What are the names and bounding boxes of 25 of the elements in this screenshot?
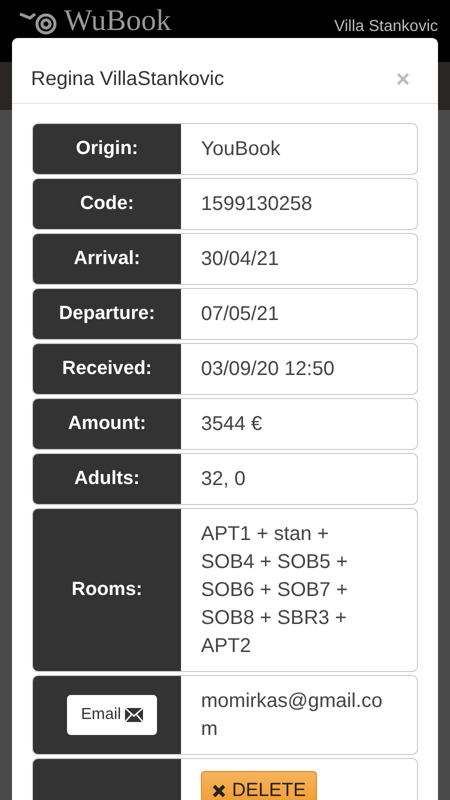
close-icon bbox=[212, 784, 226, 798]
field-label: Departure: bbox=[58, 303, 156, 325]
field-label: Arrival: bbox=[74, 248, 140, 270]
property-name[interactable]: Villa Stankovic bbox=[334, 18, 438, 36]
modal-title: Regina VillaStankovic bbox=[31, 68, 224, 91]
field-label: Code: bbox=[80, 193, 134, 215]
field-value: 32, 0 bbox=[201, 467, 246, 492]
field-label: Rooms: bbox=[72, 579, 142, 601]
delete-button[interactable]: DELETE bbox=[201, 771, 317, 800]
field-value: 30/04/21 bbox=[201, 247, 279, 272]
logo-icon bbox=[18, 12, 58, 36]
field-label: Received: bbox=[62, 358, 152, 380]
email-address: momirkas@gmail.com bbox=[201, 689, 384, 742]
field-value: APT1 + stan + SOB4 + SOB5 + SOB6 + SOB7 + SOB8 + SBR3 + APT2 bbox=[201, 522, 349, 659]
email-button[interactable]: Email bbox=[66, 695, 157, 735]
field-value: 03/09/20 12:50 bbox=[201, 357, 334, 382]
logo-text[interactable]: WuBook bbox=[64, 6, 172, 36]
field-value: 1599130258 bbox=[201, 192, 312, 217]
field-value: 07/05/21 bbox=[201, 302, 279, 327]
field-value: 3544 € bbox=[201, 412, 262, 437]
field-label: Amount: bbox=[68, 413, 146, 435]
envelope-icon bbox=[125, 708, 143, 722]
field-label: Adults: bbox=[74, 468, 140, 490]
field-value: YouBook bbox=[201, 137, 280, 162]
field-label: Origin: bbox=[76, 138, 138, 160]
